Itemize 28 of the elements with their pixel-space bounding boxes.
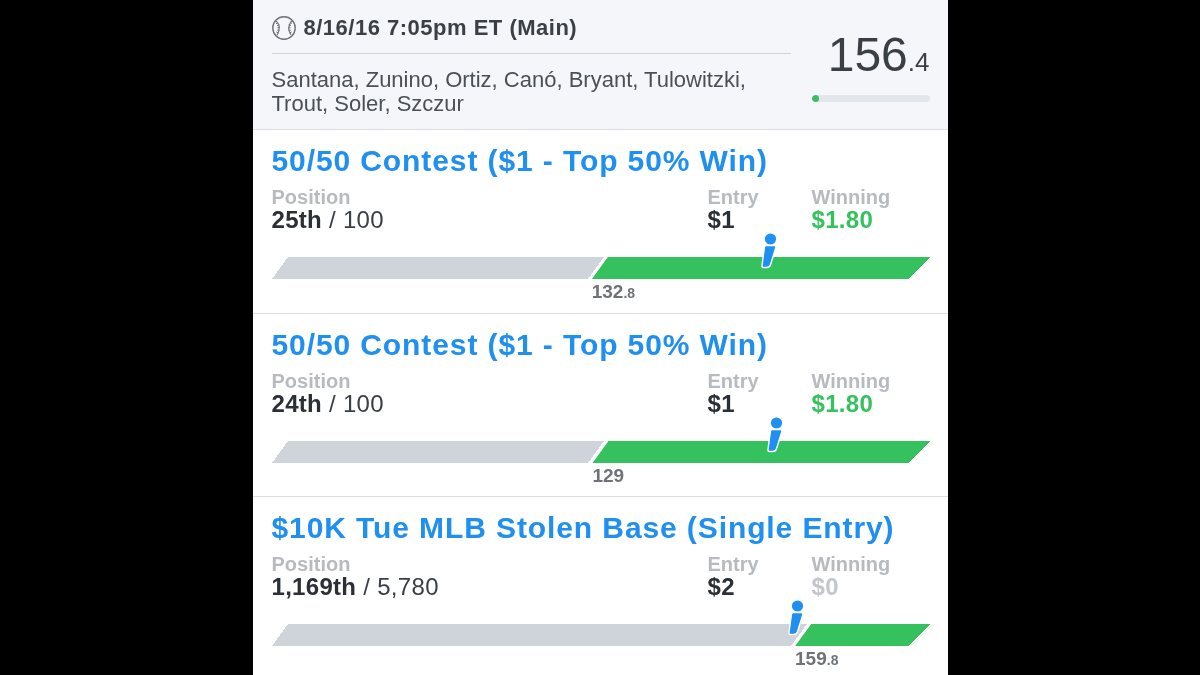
contest-title: $10K Tue MLB Stolen Base (Single Entry): [271, 511, 896, 545]
entry-label: Entry: [707, 370, 760, 392]
slate-heading: 8/16/16 7:05pm ET (Main): [303, 15, 578, 41]
winning-label: Winning: [811, 553, 892, 575]
cutoff-score: 132.8: [591, 283, 636, 302]
position-label: Position: [271, 370, 352, 392]
lineup-players: Santana, Zunino, Ortiz, Canó, Bryant, Tulowitzki, Trout, Soler, Szczur: [271, 68, 747, 116]
winning-value: $0: [811, 575, 839, 599]
entry-value: $1: [707, 392, 735, 416]
contest-title: 50/50 Contest ($1 - Top 50% Win): [271, 328, 769, 362]
contest-title: 50/50 Contest ($1 - Top 50% Win): [271, 144, 769, 178]
entry-label: Entry: [707, 186, 760, 208]
cutoff-score: 159.8: [795, 650, 839, 669]
winning-label: Winning: [811, 370, 892, 392]
score-value: 156.4: [826, 31, 930, 83]
entry-value: $2: [707, 575, 735, 599]
winning-label: Winning: [811, 186, 892, 208]
position-value: 24th / 100: [271, 392, 385, 416]
entry-label: Entry: [707, 553, 760, 575]
cutoff-score: 129: [592, 467, 625, 485]
winning-value: $1.80: [811, 208, 874, 232]
entry-value: $1: [707, 208, 735, 232]
winning-value: $1.80: [811, 392, 874, 416]
position-label: Position: [271, 186, 352, 208]
baseball-icon: [271, 16, 296, 40]
position-value: 1,169th / 5,780: [271, 575, 440, 599]
position-label: Position: [271, 553, 352, 575]
position-value: 25th / 100: [271, 208, 385, 232]
